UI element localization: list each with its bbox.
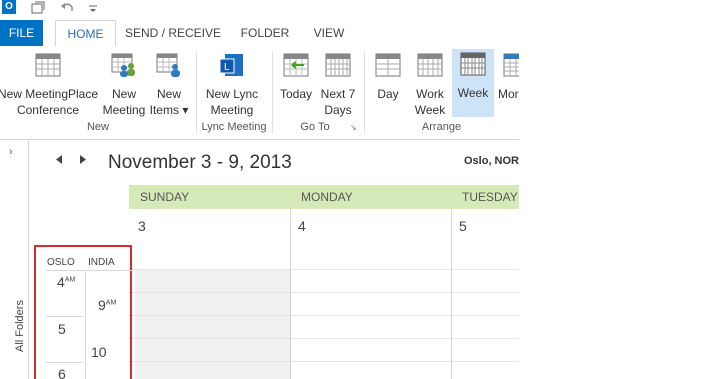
tz-hour-line bbox=[46, 362, 83, 363]
hour-line bbox=[129, 315, 519, 316]
tab-home[interactable]: HOME bbox=[55, 20, 116, 48]
india-time-10: 10 bbox=[91, 344, 107, 360]
button-label: New bbox=[111, 87, 136, 101]
column-divider bbox=[290, 269, 291, 379]
new-items-button[interactable]: New Items ▾ bbox=[149, 50, 189, 118]
dialog-launcher-icon[interactable]: ↘ bbox=[350, 123, 357, 132]
button-label: Week bbox=[414, 103, 446, 117]
tz-hour-line bbox=[46, 270, 132, 271]
tz-india-label: INDIA bbox=[88, 257, 115, 268]
button-label: Meeting bbox=[102, 103, 146, 117]
next-7-days-button[interactable]: Next 7 Days bbox=[318, 50, 358, 118]
group-label-new: New bbox=[86, 121, 109, 133]
all-day-area[interactable]: 3 4 5 bbox=[129, 209, 519, 270]
oslo-time-4am: 4AM bbox=[57, 274, 76, 290]
button-label: New bbox=[156, 87, 181, 101]
today-button[interactable]: Today bbox=[276, 50, 316, 102]
button-label: Work bbox=[416, 87, 444, 101]
lync-icon: L bbox=[219, 54, 243, 76]
tab-folder[interactable]: FOLDER bbox=[234, 20, 296, 46]
month-view-icon bbox=[503, 53, 519, 77]
next-7-days-icon bbox=[325, 53, 351, 77]
calendar-grid-icon bbox=[35, 53, 61, 77]
time-grid[interactable] bbox=[129, 269, 519, 379]
button-label: New MeetingPlace bbox=[0, 87, 99, 101]
quick-access-toolbar: O bbox=[0, 0, 519, 20]
button-label: Items ▾ bbox=[149, 103, 189, 117]
day-header-tuesday[interactable]: TUESDAY bbox=[451, 185, 519, 209]
ribbon-tabs: FILE HOME SEND / RECEIVE FOLDER VIEW bbox=[0, 20, 519, 48]
time-zone-ruler-highlight: OSLO INDIA 4AM 5 6 9AM 10 bbox=[34, 245, 132, 379]
next-week-arrow-icon[interactable] bbox=[78, 154, 88, 165]
group-label-lync: Lync Meeting bbox=[201, 121, 267, 133]
button-label: Days bbox=[324, 103, 352, 117]
india-time-9am: 9AM bbox=[98, 297, 117, 313]
folder-pane-collapsed[interactable]: › All Folders bbox=[0, 140, 29, 379]
button-label: Day bbox=[377, 87, 399, 101]
customize-toolbar-icon[interactable] bbox=[86, 1, 100, 14]
outlook-logo-icon: O bbox=[2, 0, 16, 14]
svg-text:L: L bbox=[224, 62, 230, 73]
date-range-title: November 3 - 9, 2013 bbox=[108, 152, 292, 173]
today-calendar-icon bbox=[283, 53, 309, 77]
week-view-button[interactable]: Week bbox=[452, 49, 494, 117]
half-hour-line bbox=[129, 338, 519, 339]
expand-chevron-icon[interactable]: › bbox=[9, 146, 13, 158]
oslo-time-5: 5 bbox=[58, 321, 66, 337]
all-folders-label[interactable]: All Folders bbox=[14, 282, 26, 352]
week-view-icon bbox=[460, 52, 486, 76]
group-label-arrange: Arrange bbox=[421, 121, 462, 133]
previous-week-arrow-icon[interactable] bbox=[54, 154, 64, 165]
tab-view[interactable]: VIEW bbox=[308, 20, 350, 46]
month-view-button[interactable]: Mor bbox=[496, 50, 519, 102]
day-header-monday[interactable]: MONDAY bbox=[290, 185, 451, 209]
button-label: Next 7 bbox=[320, 87, 356, 101]
day-number: 4 bbox=[298, 218, 306, 234]
calendar-header: November 3 - 9, 2013 Oslo, NOR bbox=[36, 140, 519, 184]
half-hour-line bbox=[129, 292, 519, 293]
hour-line bbox=[129, 361, 519, 362]
new-meeting-button[interactable]: New Meeting bbox=[101, 50, 147, 118]
new-meetingplace-conference-button[interactable]: New MeetingPlace Conference bbox=[0, 50, 99, 118]
button-label: Today bbox=[279, 87, 313, 101]
column-divider bbox=[451, 209, 452, 269]
send-receive-all-icon[interactable] bbox=[31, 1, 45, 14]
sunday-nonworking-shade bbox=[135, 269, 290, 379]
new-lync-meeting-button[interactable]: L New Lync Meeting bbox=[200, 50, 264, 118]
new-items-icon bbox=[156, 53, 180, 77]
day-number: 3 bbox=[138, 218, 146, 234]
button-label: Mor bbox=[498, 87, 519, 101]
weather-location[interactable]: Oslo, NOR bbox=[464, 155, 519, 167]
tz-divider bbox=[85, 270, 86, 379]
tab-send-receive[interactable]: SEND / RECEIVE bbox=[124, 20, 222, 46]
outlook-window: O FILE HOME SEND / RECEIVE FOLDER VIEW N… bbox=[0, 0, 519, 379]
button-label: Meeting bbox=[210, 103, 254, 117]
group-label-goto: Go To bbox=[300, 121, 330, 133]
undo-icon[interactable] bbox=[60, 1, 74, 14]
tz-hour-line bbox=[46, 316, 83, 317]
day-number: 5 bbox=[459, 218, 467, 234]
column-divider bbox=[290, 209, 291, 269]
meeting-people-icon bbox=[111, 53, 135, 77]
day-header-sunday[interactable]: SUNDAY bbox=[129, 185, 290, 209]
column-divider bbox=[451, 269, 452, 379]
button-label: Conference bbox=[16, 103, 80, 117]
oslo-time-6: 6 bbox=[58, 366, 66, 379]
button-label: Week bbox=[457, 86, 489, 100]
work-week-icon bbox=[417, 53, 443, 77]
day-view-button[interactable]: Day bbox=[368, 50, 408, 102]
tz-oslo-label: OSLO bbox=[47, 257, 75, 268]
work-week-button[interactable]: Work Week bbox=[410, 50, 450, 118]
tab-file[interactable]: FILE bbox=[0, 20, 43, 46]
ribbon-home: New MeetingPlace Conference New Meeting … bbox=[0, 46, 519, 140]
day-view-icon bbox=[375, 53, 401, 77]
button-label: New Lync bbox=[205, 87, 259, 101]
day-headers: SUNDAY MONDAY TUESDAY bbox=[129, 185, 519, 209]
hour-line bbox=[129, 269, 519, 270]
